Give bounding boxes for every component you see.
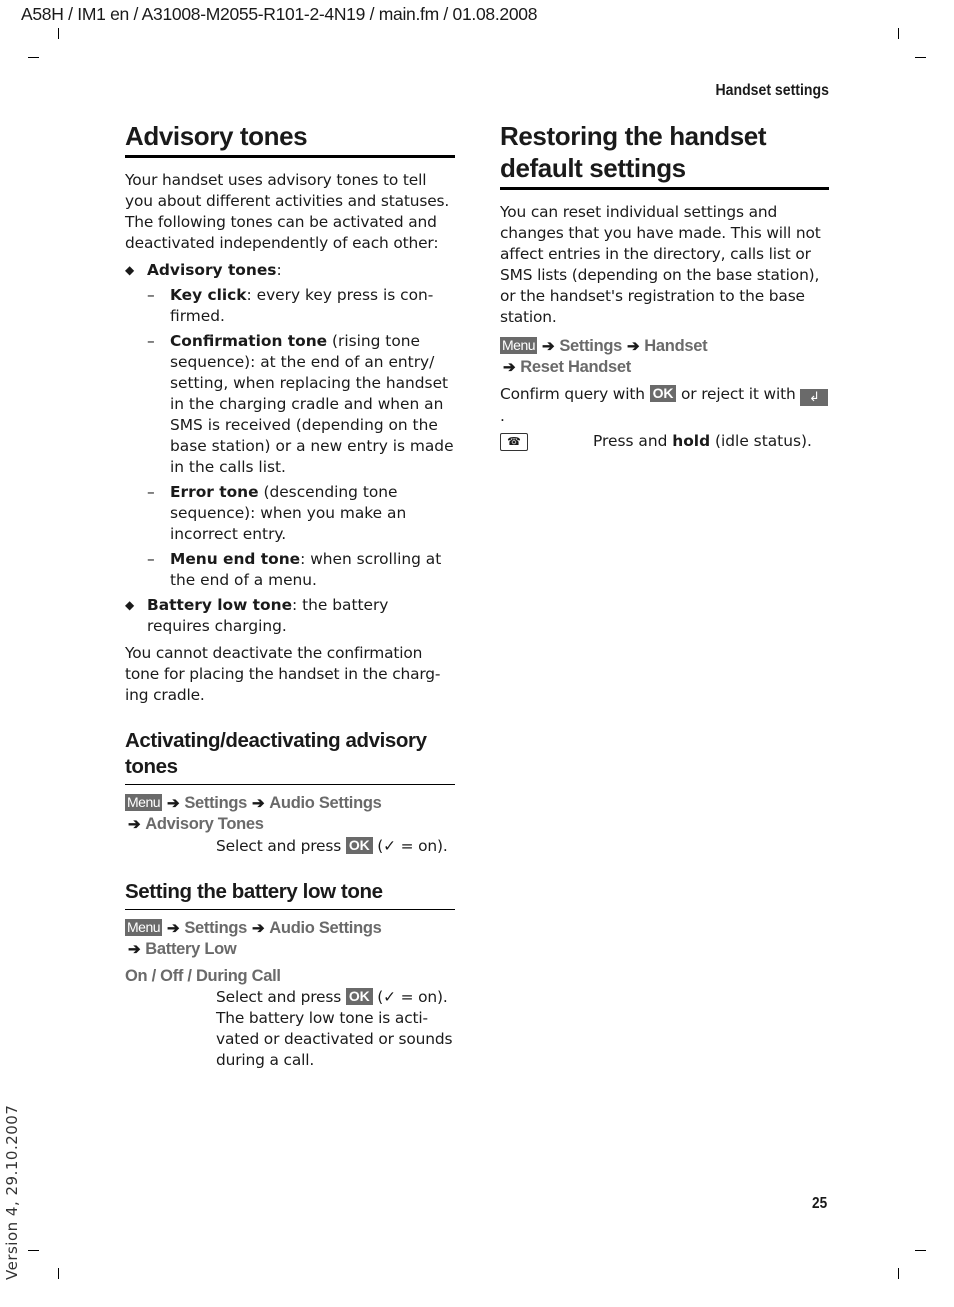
left-column: Advisory tones Your handset uses advisor… xyxy=(125,120,455,1071)
right-column: Restoring the handset default settings Y… xyxy=(500,120,829,452)
list-item: Menu end tone: when scrolling at the end… xyxy=(147,549,455,591)
document-path: A58H / IM1 en / A31008-M2055-R101-2-4N19… xyxy=(21,4,538,24)
menu-step: Handset xyxy=(644,337,708,355)
menu-step: Settings xyxy=(184,919,248,937)
ok-key-badge: OK xyxy=(649,385,677,402)
menu-step: Audio Settings xyxy=(269,919,382,937)
text: hold xyxy=(672,432,711,450)
text: Press and xyxy=(593,432,668,450)
term: Menu end tone xyxy=(170,550,301,568)
text: or reject it with xyxy=(681,385,796,403)
term: Confirmation tone xyxy=(170,332,328,350)
page-number: 25 xyxy=(812,1195,828,1212)
arrow-right-icon: ➔ xyxy=(503,359,516,376)
instruction: Select and press OK (✓ = on). xyxy=(125,987,455,1008)
text: . xyxy=(500,407,505,425)
arrow-right-icon: ➔ xyxy=(542,338,555,355)
list-item: Advisory tones: Key click: every key pre… xyxy=(125,260,455,591)
ok-key-badge: OK xyxy=(345,988,373,1005)
list-item: Battery low tone: the battery requires c… xyxy=(125,595,455,637)
menu-step: Settings xyxy=(559,337,623,355)
term: Key click xyxy=(170,286,247,304)
menu-step: Battery Low xyxy=(145,940,237,958)
section-title-advisory-tones: Advisory tones xyxy=(125,120,455,158)
arrow-right-icon: ➔ xyxy=(252,795,265,812)
crop-mark xyxy=(58,28,59,39)
crop-mark xyxy=(28,57,39,58)
term: Battery low tone xyxy=(147,596,293,614)
section-title-restore-defaults: Restoring the handset default settings xyxy=(500,120,829,190)
list-item: Error tone (descending tone sequence): w… xyxy=(147,482,455,545)
text: Confirm query with xyxy=(500,385,645,403)
subsection-title-battery: Setting the battery low tone xyxy=(125,879,455,910)
menu-step: Settings xyxy=(184,794,248,812)
text: (✓ = on). xyxy=(377,988,448,1006)
term: Advisory tones xyxy=(147,261,277,279)
end-call-key-icon: ☎ xyxy=(500,433,528,451)
menu-path: Menu ➔ Settings ➔ Audio Settings ➔ Advisory T… xyxy=(125,793,455,835)
version-label: Version 4, 29.10.2007 xyxy=(3,1104,21,1280)
term: Error tone xyxy=(170,483,259,501)
list-item: Confirmation tone (rising tone sequence)… xyxy=(147,331,455,478)
menu-path: Menu ➔ Settings ➔ Audio Settings ➔ Battery Lo… xyxy=(125,918,455,960)
running-header: Handset settings xyxy=(715,82,829,99)
arrow-right-icon: ➔ xyxy=(128,941,141,958)
menu-path: Menu ➔ Settings ➔ Handset ➔ Reset Handset xyxy=(500,336,829,378)
arrow-right-icon: ➔ xyxy=(627,338,640,355)
intro-paragraph: Your handset uses advisory tones to tell… xyxy=(125,171,450,252)
arrow-right-icon: ➔ xyxy=(167,920,180,937)
text: : xyxy=(276,261,282,279)
arrow-right-icon: ➔ xyxy=(252,920,265,937)
back-arrow-icon: ↲ xyxy=(800,389,829,406)
subsection-title-activate: Activating/deactivating advisory tones xyxy=(125,728,455,785)
crop-mark xyxy=(915,1250,926,1251)
list-item: Key click: every key press is con-firmed… xyxy=(147,285,455,327)
end-key-row: ☎ Press and hold (idle status). xyxy=(500,431,829,452)
arrow-right-icon: ➔ xyxy=(167,795,180,812)
description: The battery low tone is acti-vated or de… xyxy=(216,1009,453,1069)
text: (rising tone sequence): at the end of an… xyxy=(170,332,454,476)
text: (idle status). xyxy=(715,432,812,450)
note-paragraph: You cannot deactivate the confirmation t… xyxy=(125,644,441,704)
sub-list: Key click: every key press is con-firmed… xyxy=(147,285,455,591)
menu-key-badge: Menu xyxy=(125,794,163,811)
intro-paragraph: You can reset individual settings and ch… xyxy=(500,203,821,326)
menu-step: Audio Settings xyxy=(269,794,382,812)
options-list: On / Off / During Call xyxy=(125,967,281,985)
menu-key-badge: Menu xyxy=(500,337,538,354)
arrow-right-icon: ➔ xyxy=(128,816,141,833)
text: Select and press xyxy=(216,837,342,855)
menu-step: Advisory Tones xyxy=(145,815,264,833)
crop-mark xyxy=(58,1268,59,1279)
ok-key-badge: OK xyxy=(345,837,373,854)
text: (✓ = on). xyxy=(377,837,448,855)
end-key-instruction: Press and hold (idle status). xyxy=(593,431,812,452)
crop-mark xyxy=(915,57,926,58)
tones-list: Advisory tones: Key click: every key pre… xyxy=(125,260,455,637)
menu-key-badge: Menu xyxy=(125,919,163,936)
crop-mark xyxy=(898,28,899,39)
instruction: Select and press OK (✓ = on). xyxy=(125,836,455,857)
crop-mark xyxy=(28,1250,39,1251)
text: Select and press xyxy=(216,988,342,1006)
menu-step: Reset Handset xyxy=(520,358,632,376)
confirm-instruction: Confirm query with OK or reject it with … xyxy=(500,384,829,427)
crop-mark xyxy=(898,1268,899,1279)
